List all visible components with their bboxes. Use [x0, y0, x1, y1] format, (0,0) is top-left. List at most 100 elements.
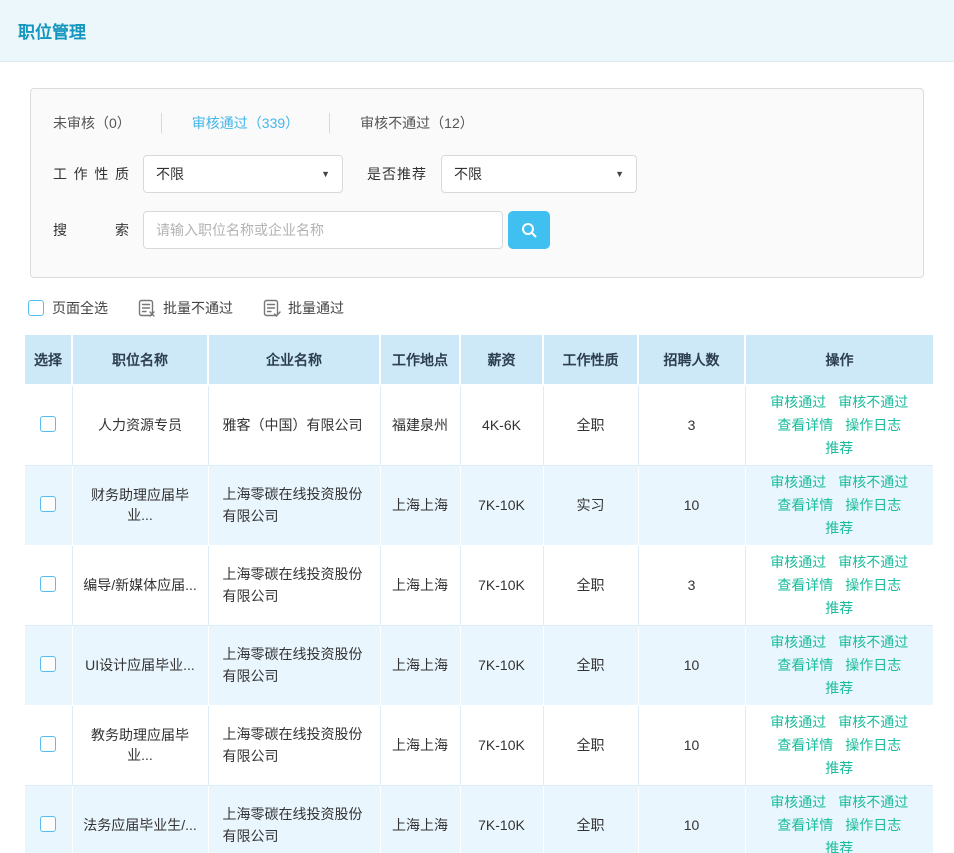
operation-log-link[interactable]: 操作日志: [845, 494, 901, 517]
operation-log-link[interactable]: 操作日志: [845, 654, 901, 677]
location-cell: 福建泉州: [380, 385, 460, 465]
actions-cell: 审核通过审核不通过查看详情操作日志推荐: [745, 705, 933, 785]
table-row: 法务应届毕业生/... 上海零碳在线投资股份有限公司 上海上海 7K-10K 全…: [25, 785, 933, 853]
filter-panel: 未审核（0） 审核通过（339） 审核不通过（12） 工作性质 不限 ▼ 是否推…: [30, 88, 924, 278]
recommend-link[interactable]: 推荐: [825, 517, 853, 540]
tab-unreviewed[interactable]: 未审核（0）: [53, 113, 131, 133]
row-checkbox[interactable]: [40, 656, 56, 672]
batch-approve-icon: [263, 299, 281, 318]
recommend-link[interactable]: 推荐: [825, 837, 853, 853]
headcount-cell: 3: [638, 385, 745, 465]
tab-approved[interactable]: 审核通过（339）: [192, 113, 299, 133]
view-detail-link[interactable]: 查看详情: [777, 654, 833, 677]
reject-link[interactable]: 审核不通过: [838, 471, 908, 494]
approve-link[interactable]: 审核通过: [770, 391, 826, 414]
col-job-type: 工作性质: [543, 335, 638, 385]
view-detail-link[interactable]: 查看详情: [777, 414, 833, 437]
location-cell: 上海上海: [380, 785, 460, 853]
search-label: 搜索: [53, 220, 129, 240]
recommend-select[interactable]: 不限 ▼: [441, 155, 637, 193]
select-cell: [25, 545, 72, 625]
batch-reject-button[interactable]: 批量不通过: [138, 298, 233, 318]
recommend-link[interactable]: 推荐: [825, 597, 853, 620]
operation-log-link[interactable]: 操作日志: [845, 814, 901, 837]
job-type-cell: 实习: [543, 465, 638, 545]
position-cell: 教务助理应届毕业...: [72, 705, 208, 785]
reject-link[interactable]: 审核不通过: [838, 551, 908, 574]
salary-cell: 7K-10K: [460, 465, 543, 545]
actions-cell: 审核通过审核不通过查看详情操作日志推荐: [745, 545, 933, 625]
job-type-cell: 全职: [543, 785, 638, 853]
row-checkbox[interactable]: [40, 496, 56, 512]
location-cell: 上海上海: [380, 705, 460, 785]
recommend-link[interactable]: 推荐: [825, 437, 853, 460]
page-title: 职位管理: [18, 18, 86, 43]
approve-link[interactable]: 审核通过: [770, 471, 826, 494]
tab-divider: [161, 113, 162, 133]
col-headcount: 招聘人数: [638, 335, 745, 385]
view-detail-link[interactable]: 查看详情: [777, 494, 833, 517]
row-checkbox[interactable]: [40, 416, 56, 432]
salary-cell: 7K-10K: [460, 545, 543, 625]
reject-link[interactable]: 审核不通过: [838, 711, 908, 734]
headcount-cell: 10: [638, 625, 745, 705]
approve-link[interactable]: 审核通过: [770, 551, 826, 574]
location-cell: 上海上海: [380, 465, 460, 545]
salary-cell: 7K-10K: [460, 785, 543, 853]
headcount-cell: 10: [638, 705, 745, 785]
search-icon: [520, 221, 538, 239]
operation-log-link[interactable]: 操作日志: [845, 414, 901, 437]
row-checkbox[interactable]: [40, 576, 56, 592]
batch-reject-label: 批量不通过: [163, 298, 233, 318]
approve-link[interactable]: 审核通过: [770, 631, 826, 654]
positions-table: 选择 职位名称 企业名称 工作地点 薪资 工作性质 招聘人数 操作 人力资源专员…: [25, 335, 933, 853]
actions-cell: 审核通过审核不通过查看详情操作日志推荐: [745, 465, 933, 545]
col-actions: 操作: [745, 335, 933, 385]
reject-link[interactable]: 审核不通过: [838, 631, 908, 654]
reject-link[interactable]: 审核不通过: [838, 791, 908, 814]
position-cell: 人力资源专员: [72, 385, 208, 465]
search-input[interactable]: [143, 211, 503, 249]
job-type-select[interactable]: 不限 ▼: [143, 155, 343, 193]
headcount-cell: 10: [638, 465, 745, 545]
headcount-cell: 3: [638, 545, 745, 625]
recommend-link[interactable]: 推荐: [825, 677, 853, 700]
view-detail-link[interactable]: 查看详情: [777, 574, 833, 597]
approve-link[interactable]: 审核通过: [770, 711, 826, 734]
operation-log-link[interactable]: 操作日志: [845, 574, 901, 597]
search-button[interactable]: [508, 211, 550, 249]
reject-link[interactable]: 审核不通过: [838, 391, 908, 414]
salary-cell: 7K-10K: [460, 625, 543, 705]
position-cell: UI设计应届毕业...: [72, 625, 208, 705]
table-row: 编导/新媒体应届... 上海零碳在线投资股份有限公司 上海上海 7K-10K 全…: [25, 545, 933, 625]
select-cell: [25, 625, 72, 705]
position-cell: 法务应届毕业生/...: [72, 785, 208, 853]
view-detail-link[interactable]: 查看详情: [777, 814, 833, 837]
row-checkbox[interactable]: [40, 816, 56, 832]
chevron-down-icon: ▼: [615, 169, 624, 179]
batch-approve-label: 批量通过: [288, 298, 344, 318]
salary-cell: 7K-10K: [460, 705, 543, 785]
tab-rejected[interactable]: 审核不通过（12）: [360, 113, 474, 133]
company-cell: 上海零碳在线投资股份有限公司: [208, 545, 380, 625]
table-row: UI设计应届毕业... 上海零碳在线投资股份有限公司 上海上海 7K-10K 全…: [25, 625, 933, 705]
actions-cell: 审核通过审核不通过查看详情操作日志推荐: [745, 385, 933, 465]
job-type-cell: 全职: [543, 705, 638, 785]
filter-row: 工作性质 不限 ▼ 是否推荐 不限 ▼: [53, 155, 899, 193]
select-all-checkbox[interactable]: [28, 300, 44, 316]
recommend-label: 是否推荐: [367, 164, 427, 184]
col-position: 职位名称: [72, 335, 208, 385]
recommend-link[interactable]: 推荐: [825, 757, 853, 780]
operation-log-link[interactable]: 操作日志: [845, 734, 901, 757]
row-checkbox[interactable]: [40, 736, 56, 752]
batch-approve-button[interactable]: 批量通过: [263, 298, 344, 318]
job-type-label: 工作性质: [53, 164, 129, 184]
headcount-cell: 10: [638, 785, 745, 853]
company-cell: 上海零碳在线投资股份有限公司: [208, 705, 380, 785]
select-cell: [25, 785, 72, 853]
approve-link[interactable]: 审核通过: [770, 791, 826, 814]
select-cell: [25, 705, 72, 785]
select-cell: [25, 465, 72, 545]
company-cell: 上海零碳在线投资股份有限公司: [208, 465, 380, 545]
view-detail-link[interactable]: 查看详情: [777, 734, 833, 757]
